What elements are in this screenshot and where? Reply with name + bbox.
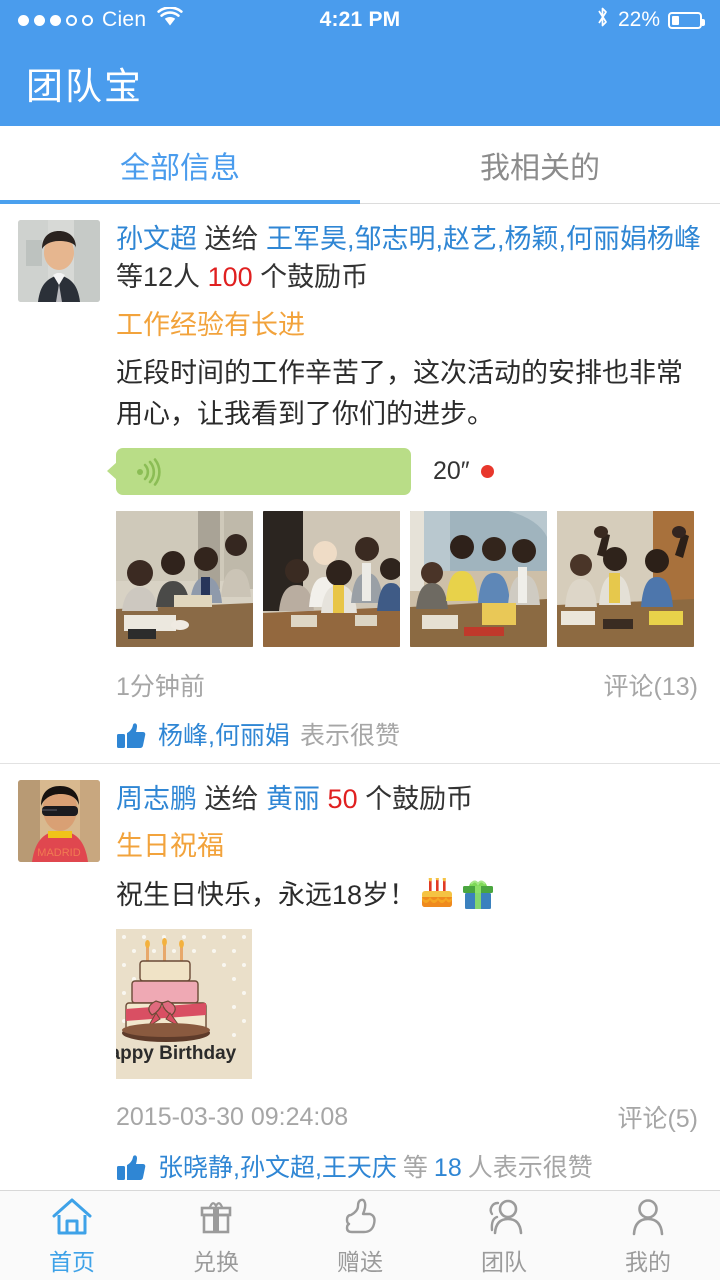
- nav-label-give: 赠送: [337, 1248, 383, 1275]
- feed-post[interactable]: MADRID 周志鹏 送给 黄丽 50 个鼓励币 生日祝福 祝生日快乐，永远18…: [0, 763, 720, 1196]
- post-subject: 工作经验有长进: [116, 309, 305, 340]
- post-meta: 2015-03-30 09:24:08 评论(5): [116, 1099, 702, 1135]
- svg-text:MADRID: MADRID: [37, 847, 80, 859]
- post-sender-name[interactable]: 孙文超: [116, 224, 197, 254]
- voice-message-row[interactable]: 20″: [107, 448, 702, 496]
- avatar[interactable]: MADRID: [18, 780, 100, 863]
- post-headline: 孙文超 送给 王军昊,邹志明,赵艺,杨颖,何丽娟杨峰 等12人 100 个鼓励币: [116, 220, 702, 297]
- voice-unread-dot: [480, 465, 494, 479]
- page-title: 团队宝: [26, 66, 143, 107]
- nav-label-team: 团队: [481, 1248, 527, 1275]
- post-subject: 生日祝福: [116, 831, 224, 862]
- post-content: 近段时间的工作辛苦了，这次活动的安排也非常用心，让我看到了你们的进步。: [116, 358, 683, 429]
- post-coin-amount: 50: [327, 784, 358, 815]
- post-verb: 送给: [204, 224, 259, 254]
- post-timestamp: 2015-03-30 09:24:08: [116, 1102, 349, 1131]
- tab-bar: 全部信息 我相关的: [0, 126, 720, 204]
- svg-text:Happy Birthday: Happy Birthday: [116, 1043, 237, 1064]
- post-timestamp: 1分钟前: [116, 673, 205, 702]
- nav-item-exchange[interactable]: 兑换: [144, 1191, 288, 1280]
- voice-message-bubble[interactable]: [107, 448, 411, 496]
- post-comments-link[interactable]: 评论(13): [604, 667, 698, 703]
- message-feed: 孙文超 送给 王军昊,邹志明,赵艺,杨颖,何丽娟杨峰 等12人 100 个鼓励币…: [0, 204, 720, 1280]
- post-recipient-names[interactable]: 黄丽: [266, 784, 320, 814]
- post-others-count: 等12人: [116, 262, 201, 293]
- thumbs-up-icon: [339, 1195, 381, 1239]
- nav-label-exchange: 兑换: [193, 1248, 239, 1275]
- post-coin-amount: 100: [207, 262, 253, 293]
- status-bar-left: Cien: [18, 6, 184, 33]
- sound-wave-icon: [134, 457, 164, 486]
- tab-related-to-me[interactable]: 我相关的: [360, 126, 720, 204]
- post-photo[interactable]: [557, 511, 694, 648]
- like-user-names[interactable]: 杨峰,何丽娟: [158, 721, 290, 751]
- status-bar: Cien 4:21 PM 22%: [0, 0, 720, 40]
- bluetooth-icon: [595, 6, 610, 34]
- person-icon: [627, 1195, 669, 1239]
- post-sender-name[interactable]: 周志鹏: [116, 784, 197, 814]
- post-content: 祝生日快乐，永远18岁！: [116, 879, 417, 910]
- nav-item-mine[interactable]: 我的: [576, 1191, 720, 1280]
- battery-icon: [668, 11, 705, 29]
- people-icon: [482, 1195, 526, 1239]
- signal-strength-dots: [18, 14, 93, 26]
- nav-item-give[interactable]: 赠送: [288, 1191, 432, 1280]
- app-screen: Cien 4:21 PM 22% 团队宝 全部信息 我相关的 孙文超 送给 王军…: [0, 0, 720, 1280]
- app-bar: 团队宝: [0, 40, 720, 126]
- status-bar-right: 22%: [595, 6, 705, 34]
- nav-label-home: 首页: [49, 1248, 95, 1275]
- tab-all-messages[interactable]: 全部信息: [0, 126, 360, 204]
- gift-box-emoji: [461, 878, 495, 912]
- post-coin-unit: 个鼓励币: [260, 262, 369, 293]
- post-image[interactable]: Happy Birthday: [116, 929, 252, 1080]
- like-user-names[interactable]: 张晓静,孙文超,王天庆: [158, 1153, 397, 1183]
- post-photo[interactable]: [116, 511, 253, 648]
- post-photo[interactable]: [410, 511, 547, 648]
- feed-post[interactable]: 孙文超 送给 王军昊,邹志明,赵艺,杨颖,何丽娟杨峰 等12人 100 个鼓励币…: [0, 204, 720, 764]
- post-photo[interactable]: [263, 511, 400, 648]
- post-comments-link[interactable]: 评论(5): [617, 1099, 698, 1135]
- post-likes-row[interactable]: 张晓静,孙文超,王天庆 等 18 人表示很赞: [116, 1153, 702, 1183]
- like-suffix: 表示很赞: [299, 722, 400, 751]
- post-meta: 1分钟前 评论(13): [116, 667, 702, 703]
- wifi-icon: [157, 6, 184, 33]
- carrier-name: Cien: [102, 8, 147, 31]
- post-photo-grid: [116, 511, 702, 648]
- post-headline: 周志鹏 送给 黄丽 50 个鼓励币: [116, 780, 702, 818]
- battery-percent-label: 22%: [617, 8, 660, 31]
- nav-item-team[interactable]: 团队: [432, 1191, 576, 1280]
- like-count: 18: [433, 1154, 462, 1183]
- gift-icon: [195, 1195, 237, 1239]
- post-content-row: 祝生日快乐，永远18岁！: [116, 875, 702, 916]
- birthday-cake-emoji: [419, 877, 455, 912]
- home-icon: [51, 1195, 93, 1239]
- nav-item-home[interactable]: 首页: [0, 1191, 144, 1280]
- thumbs-up-icon: [116, 722, 146, 750]
- thumbs-up-icon: [116, 1154, 146, 1182]
- post-verb: 送给: [204, 784, 259, 815]
- post-coin-unit: 个鼓励币: [365, 784, 474, 815]
- post-recipient-names[interactable]: 王军昊,邹志明,赵艺,杨颖,何丽娟杨峰: [266, 224, 701, 254]
- avatar[interactable]: [18, 220, 100, 302]
- nav-label-mine: 我的: [625, 1248, 671, 1275]
- like-suffix: 人表示很赞: [467, 1154, 593, 1183]
- like-separator: 等: [402, 1154, 428, 1183]
- bottom-nav-bar: 首页 兑换 赠送 团队 我的: [0, 1190, 720, 1280]
- post-likes-row[interactable]: 杨峰,何丽娟 表示很赞: [116, 721, 702, 751]
- voice-duration: 20″: [433, 457, 470, 486]
